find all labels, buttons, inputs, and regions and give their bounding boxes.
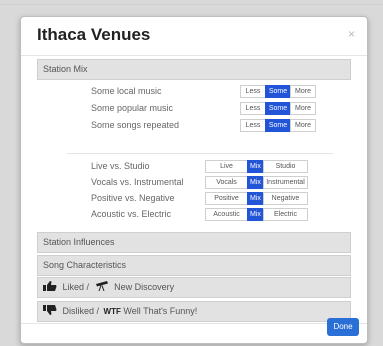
- thumbs-down-icon: [43, 303, 57, 315]
- balance-selector: Positive Mix Negative: [205, 192, 308, 205]
- level-selector: Less Some More: [240, 119, 316, 132]
- option-more[interactable]: More: [290, 119, 316, 132]
- done-button[interactable]: Done: [327, 318, 359, 336]
- mix-divider: [67, 153, 333, 154]
- option-right[interactable]: Negative: [263, 192, 308, 205]
- option-less[interactable]: Less: [240, 102, 266, 115]
- section-liked[interactable]: Liked / New Discovery: [37, 277, 351, 298]
- section-station-influences[interactable]: Station Influences: [37, 232, 351, 253]
- section-label: Station Mix: [43, 64, 88, 74]
- backdrop: [0, 4, 383, 5]
- mix-row-label: Some popular music: [91, 103, 174, 113]
- mix-row-label: Live vs. Studio: [91, 161, 150, 171]
- option-some[interactable]: Some: [265, 119, 291, 132]
- station-mix-panel: Some local music Less Some More Some pop…: [37, 80, 351, 230]
- balance-selector: Vocals Mix Instrumental: [205, 176, 308, 189]
- footer-divider: [21, 323, 367, 324]
- section-label: Liked /: [62, 282, 90, 292]
- option-left[interactable]: Acoustic: [205, 208, 248, 221]
- option-more[interactable]: More: [290, 102, 316, 115]
- section-disliked[interactable]: Disliked / WTF Well That's Funny!: [37, 301, 351, 322]
- option-more[interactable]: More: [290, 85, 316, 98]
- option-left[interactable]: Positive: [205, 192, 248, 205]
- mix-row-label: Positive vs. Negative: [91, 193, 175, 203]
- option-less[interactable]: Less: [240, 119, 266, 132]
- option-right[interactable]: Electric: [263, 208, 308, 221]
- mix-row-label: Some local music: [91, 86, 162, 96]
- wtf-icon: WTF: [103, 307, 121, 316]
- mix-row-label: Vocals vs. Instrumental: [91, 177, 184, 187]
- telescope-icon: [95, 279, 109, 292]
- option-mix[interactable]: Mix: [247, 208, 264, 221]
- close-icon[interactable]: ×: [348, 27, 355, 41]
- mix-row: Positive vs. Negative Positive Mix Negat…: [37, 192, 351, 206]
- option-mix[interactable]: Mix: [247, 192, 264, 205]
- section-station-mix[interactable]: Station Mix: [37, 59, 351, 80]
- header-divider: [21, 55, 367, 56]
- option-right[interactable]: Studio: [263, 160, 308, 173]
- section-label-extra: New Discovery: [114, 282, 175, 292]
- option-some[interactable]: Some: [265, 85, 291, 98]
- modal-title: Ithaca Venues: [37, 25, 151, 44]
- mix-row: Some local music Less Some More: [37, 85, 351, 99]
- balance-selector: Acoustic Mix Electric: [205, 208, 308, 221]
- balance-selector: Live Mix Studio: [205, 160, 308, 173]
- option-left[interactable]: Live: [205, 160, 248, 173]
- option-left[interactable]: Vocals: [205, 176, 248, 189]
- mix-row-label: Some songs repeated: [91, 120, 180, 130]
- mix-row: Some popular music Less Some More: [37, 102, 351, 116]
- mix-row: Live vs. Studio Live Mix Studio: [37, 160, 351, 174]
- mix-row: Acoustic vs. Electric Acoustic Mix Elect…: [37, 208, 351, 222]
- station-settings-modal: Ithaca Venues × Station Mix Some local m…: [20, 16, 368, 344]
- section-song-characteristics[interactable]: Song Characteristics: [37, 255, 351, 276]
- option-mix[interactable]: Mix: [247, 160, 264, 173]
- option-less[interactable]: Less: [240, 85, 266, 98]
- level-selector: Less Some More: [240, 102, 316, 115]
- mix-row-label: Acoustic vs. Electric: [91, 209, 172, 219]
- level-selector: Less Some More: [240, 85, 316, 98]
- thumbs-up-icon: [43, 279, 57, 291]
- section-label-extra: Well That's Funny!: [123, 306, 198, 316]
- section-label: Song Characteristics: [43, 260, 127, 270]
- mix-row: Some songs repeated Less Some More: [37, 119, 351, 133]
- section-label: Station Influences: [43, 237, 115, 247]
- option-mix[interactable]: Mix: [247, 176, 264, 189]
- option-right[interactable]: Instrumental: [263, 176, 308, 189]
- option-some[interactable]: Some: [265, 102, 291, 115]
- mix-row: Vocals vs. Instrumental Vocals Mix Instr…: [37, 176, 351, 190]
- section-label: Disliked /: [62, 306, 100, 316]
